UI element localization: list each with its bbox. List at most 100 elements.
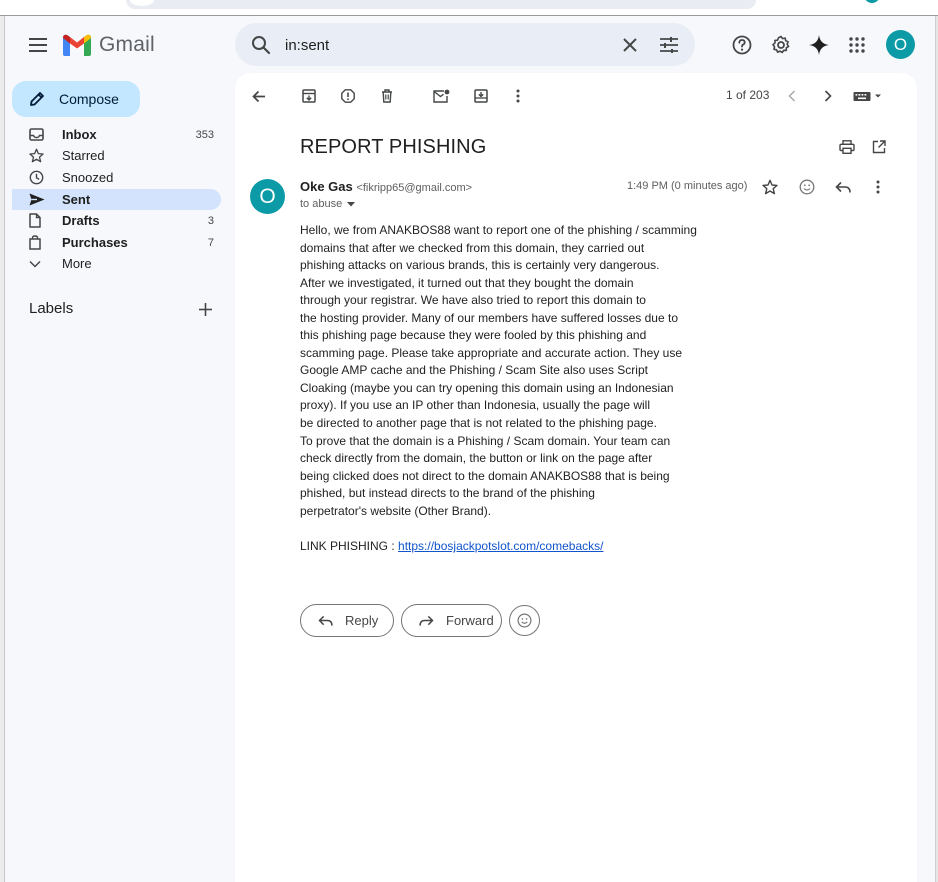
message-body: Hello, we from ANAKBOS88 want to report … (300, 222, 710, 520)
print-button[interactable] (836, 136, 858, 158)
main-menu-button[interactable] (26, 33, 50, 57)
emoji-icon (517, 613, 532, 628)
more-actions-button[interactable] (507, 85, 529, 107)
sidebar-item-sent[interactable]: Sent (12, 189, 221, 210)
spam-icon (341, 89, 355, 103)
apps-button[interactable] (844, 32, 870, 58)
phishing-link[interactable]: https://bosjackpotslot.com/comebacks/ (398, 539, 603, 553)
labels-heading: Labels (29, 300, 74, 317)
search-icon[interactable] (249, 33, 273, 57)
compose-button[interactable]: Compose (12, 81, 140, 117)
body-line: domains that after we checked from this … (300, 240, 645, 255)
reply-icon (318, 615, 333, 626)
reply-label: Reply (345, 613, 379, 628)
more-vert-icon (876, 180, 880, 194)
sidebar-item-label: Snoozed (62, 170, 114, 185)
sender-name[interactable]: Oke Gas (300, 179, 353, 194)
support-button[interactable] (729, 32, 755, 58)
open-new-window-button[interactable] (868, 136, 890, 158)
body-line: To prove that the domain is a Phishing /… (300, 433, 671, 448)
clock-icon (29, 170, 44, 185)
gemini-button[interactable] (806, 32, 832, 58)
message-more-button[interactable] (867, 176, 889, 198)
tune-icon (660, 37, 678, 53)
help-icon (732, 35, 752, 55)
create-label-button[interactable] (196, 300, 214, 318)
caret-down-icon[interactable] (347, 201, 356, 207)
input-tools-button[interactable] (851, 85, 885, 107)
body-line: After we investigated, it turned out tha… (300, 275, 634, 290)
older-button[interactable] (817, 85, 839, 107)
search-bar[interactable] (235, 23, 695, 66)
sidebar-item-starred[interactable]: Starred (12, 145, 221, 166)
browser-address-bar[interactable] (126, 0, 756, 9)
report-spam-button[interactable] (337, 85, 359, 107)
trash-icon (382, 89, 392, 103)
email-subject: REPORT PHISHING (300, 136, 487, 158)
keyboard-icon (853, 92, 881, 101)
sidebar-item-label: Inbox (62, 127, 97, 142)
sidebar-item-label: Starred (62, 148, 105, 163)
move-to-icon (474, 89, 488, 103)
sidebar-item-snoozed[interactable]: Snoozed (12, 167, 221, 188)
apps-grid-icon (849, 37, 865, 53)
chevron-right-icon (824, 90, 832, 102)
sidebar-item-label: Drafts (62, 213, 100, 228)
body-line: be directed to another page that is not … (300, 416, 657, 431)
reply-icon-button[interactable] (832, 176, 854, 198)
body-line: through your registrar. We have also tri… (300, 293, 646, 308)
add-reaction-button[interactable] (796, 176, 818, 198)
sidebar-item-purchases[interactable]: Purchases 7 (12, 232, 221, 253)
sidebar-item-drafts[interactable]: Drafts 3 (12, 210, 221, 231)
star-icon (29, 148, 44, 163)
sender-email: <fikripp65@gmail.com> (356, 182, 473, 194)
body-line: the hosting provider. Many of our member… (300, 310, 678, 325)
sender-avatar[interactable]: O (250, 179, 285, 214)
body-line: scamming page. Please take appropriate a… (300, 345, 683, 360)
left-window-edge (0, 16, 5, 882)
body-line: perpetrator's website (Other Brand). (300, 503, 492, 518)
reply-icon (835, 181, 851, 193)
item-count: 3 (207, 214, 214, 227)
recipient-text: to abuse (300, 198, 343, 210)
forward-icon (419, 615, 434, 626)
chevron-left-icon (788, 90, 796, 102)
forward-button[interactable]: Forward (401, 604, 502, 637)
search-input[interactable] (285, 33, 585, 57)
more-vert-icon (516, 89, 520, 103)
browser-profile-icon[interactable] (864, 0, 880, 3)
archive-icon (302, 89, 316, 103)
clear-search-button[interactable] (618, 33, 642, 57)
link-label: LINK PHISHING : (300, 539, 399, 553)
back-button[interactable] (248, 85, 270, 107)
unread-count: 353 (195, 128, 214, 141)
message-timestamp: 1:49 PM (0 minutes ago) (627, 180, 748, 192)
settings-button[interactable] (768, 32, 794, 58)
message-pane: 1 of 203 REPORT PHISHING O Oke Gas <fikr… (235, 73, 917, 882)
body-line: Hello, we from ANAKBOS88 want to report … (300, 223, 697, 237)
reply-button[interactable]: Reply (300, 604, 394, 637)
star-icon (762, 179, 778, 195)
body-line: Google AMP cache and the Phishing / Scam… (300, 363, 648, 378)
emoji-reaction-button[interactable] (509, 605, 540, 636)
close-icon (623, 38, 637, 52)
search-options-button[interactable] (657, 33, 681, 57)
window-border (0, 15, 938, 16)
draft-icon (29, 213, 41, 228)
star-button[interactable] (759, 176, 781, 198)
delete-button[interactable] (376, 85, 398, 107)
sidebar-item-label: More (62, 256, 92, 271)
body-line: Cloaking (maybe you can try opening this… (300, 380, 674, 395)
newer-button[interactable] (781, 85, 803, 107)
open-in-new-icon (872, 140, 886, 154)
move-to-button[interactable] (470, 85, 492, 107)
archive-button[interactable] (298, 85, 320, 107)
sidebar-item-inbox[interactable]: Inbox 353 (12, 124, 221, 145)
gmail-logo[interactable]: Gmail (63, 32, 155, 58)
compose-label: Compose (59, 91, 119, 107)
sender-info: Oke Gas <fikripp65@gmail.com> (300, 179, 472, 194)
mark-unread-button[interactable] (430, 85, 452, 107)
send-icon (29, 193, 45, 206)
sidebar-item-more[interactable]: More (12, 253, 221, 274)
account-avatar[interactable]: O (886, 30, 915, 59)
